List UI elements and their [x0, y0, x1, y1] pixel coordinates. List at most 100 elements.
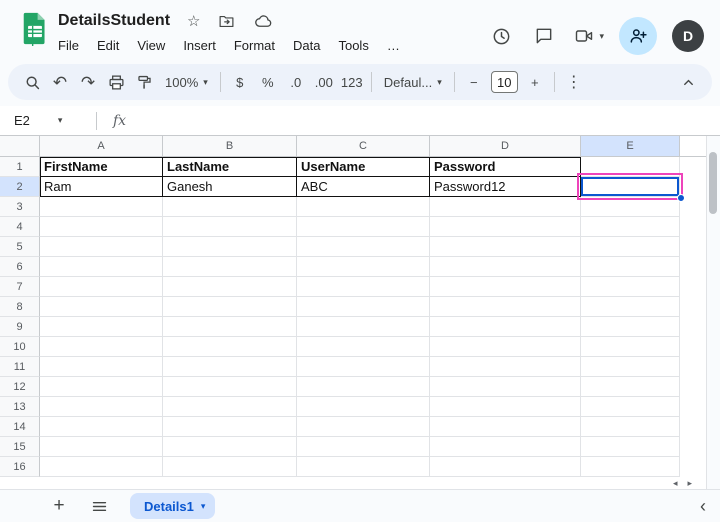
cell-E2[interactable]	[581, 177, 680, 197]
cell-E12[interactable]	[581, 377, 680, 397]
select-all-corner[interactable]	[0, 136, 40, 157]
decrease-decimals-button[interactable]: .0	[282, 68, 310, 96]
star-icon[interactable]: ☆	[187, 12, 200, 30]
search-icon[interactable]	[18, 68, 46, 96]
cell-D5[interactable]	[430, 237, 581, 257]
cell-B12[interactable]	[163, 377, 297, 397]
cell-A10[interactable]	[40, 337, 163, 357]
scroll-right-icon[interactable]: ▸	[687, 479, 692, 488]
cell-A1[interactable]: FirstName	[40, 157, 163, 177]
column-header-C[interactable]: C	[297, 136, 430, 157]
font-size-input[interactable]: 10	[491, 71, 518, 93]
menu-edit[interactable]: Edit	[88, 35, 128, 56]
cell-D2[interactable]: Password12	[430, 177, 581, 197]
cell-A13[interactable]	[40, 397, 163, 417]
cell-D14[interactable]	[430, 417, 581, 437]
cell-B2[interactable]: Ganesh	[163, 177, 297, 197]
cell-C9[interactable]	[297, 317, 430, 337]
cell-A7[interactable]	[40, 277, 163, 297]
row-header-14[interactable]: 14	[0, 417, 40, 437]
cell-A14[interactable]	[40, 417, 163, 437]
cell-A9[interactable]	[40, 317, 163, 337]
cell-C13[interactable]	[297, 397, 430, 417]
comments-icon[interactable]	[530, 22, 558, 50]
cell-C8[interactable]	[297, 297, 430, 317]
cell-C5[interactable]	[297, 237, 430, 257]
cell-E16[interactable]	[581, 457, 680, 477]
collapse-toolbar-icon[interactable]	[674, 68, 702, 96]
cloud-saved-icon[interactable]	[253, 12, 274, 31]
row-header-5[interactable]: 5	[0, 237, 40, 257]
cell-B9[interactable]	[163, 317, 297, 337]
cell-B3[interactable]	[163, 197, 297, 217]
cell-E8[interactable]	[581, 297, 680, 317]
cell-C2[interactable]: ABC	[297, 177, 430, 197]
share-button[interactable]	[619, 17, 657, 55]
fill-handle[interactable]	[677, 194, 685, 202]
cell-A16[interactable]	[40, 457, 163, 477]
row-header-10[interactable]: 10	[0, 337, 40, 357]
cell-D6[interactable]	[430, 257, 581, 277]
cell-B16[interactable]	[163, 457, 297, 477]
sheet-grid[interactable]: ABCDE1FirstNameLastNameUserNamePassword2…	[0, 136, 706, 477]
cell-B8[interactable]	[163, 297, 297, 317]
cell-E11[interactable]	[581, 357, 680, 377]
column-header-E[interactable]: E	[581, 136, 680, 157]
cell-A12[interactable]	[40, 377, 163, 397]
paint-format-icon[interactable]	[130, 68, 158, 96]
cell-E9[interactable]	[581, 317, 680, 337]
row-header-8[interactable]: 8	[0, 297, 40, 317]
cell-E14[interactable]	[581, 417, 680, 437]
percent-format-button[interactable]: %	[254, 68, 282, 96]
row-header-16[interactable]: 16	[0, 457, 40, 477]
cell-D11[interactable]	[430, 357, 581, 377]
cell-D7[interactable]	[430, 277, 581, 297]
account-avatar[interactable]: D	[672, 20, 704, 52]
decrease-font-size-button[interactable]: −	[460, 68, 488, 96]
sheets-logo-icon[interactable]	[22, 11, 48, 62]
cell-E6[interactable]	[581, 257, 680, 277]
row-header-12[interactable]: 12	[0, 377, 40, 397]
currency-format-button[interactable]: $	[226, 68, 254, 96]
cell-B13[interactable]	[163, 397, 297, 417]
add-sheet-button[interactable]: +	[46, 493, 72, 519]
cell-E4[interactable]	[581, 217, 680, 237]
cell-C16[interactable]	[297, 457, 430, 477]
cell-D10[interactable]	[430, 337, 581, 357]
chevron-down-icon[interactable]: ▾	[201, 501, 206, 512]
row-header-11[interactable]: 11	[0, 357, 40, 377]
row-header-9[interactable]: 9	[0, 317, 40, 337]
cell-C3[interactable]	[297, 197, 430, 217]
cell-A11[interactable]	[40, 357, 163, 377]
scroll-left-icon[interactable]: ◂	[673, 479, 678, 488]
cell-E10[interactable]	[581, 337, 680, 357]
zoom-select[interactable]: 100% ▾	[158, 68, 215, 96]
row-header-7[interactable]: 7	[0, 277, 40, 297]
menu-tools[interactable]: Tools	[329, 35, 377, 56]
cell-C6[interactable]	[297, 257, 430, 277]
increase-font-size-button[interactable]: +	[521, 68, 549, 96]
row-header-15[interactable]: 15	[0, 437, 40, 457]
chevron-down-icon[interactable]: ▾	[599, 31, 604, 42]
vertical-scrollbar-thumb[interactable]	[709, 152, 717, 214]
version-history-icon[interactable]	[487, 22, 515, 50]
column-header-A[interactable]: A	[40, 136, 163, 157]
row-header-1[interactable]: 1	[0, 157, 40, 177]
cell-E1[interactable]	[581, 157, 680, 177]
cell-D16[interactable]	[430, 457, 581, 477]
cell-C10[interactable]	[297, 337, 430, 357]
menu-view[interactable]: View	[128, 35, 174, 56]
all-sheets-menu-icon[interactable]	[86, 493, 112, 519]
cell-D9[interactable]	[430, 317, 581, 337]
menu-data[interactable]: Data	[284, 35, 329, 56]
cell-E3[interactable]	[581, 197, 680, 217]
cell-A8[interactable]	[40, 297, 163, 317]
cell-D8[interactable]	[430, 297, 581, 317]
cell-B10[interactable]	[163, 337, 297, 357]
cell-D15[interactable]	[430, 437, 581, 457]
cell-B11[interactable]	[163, 357, 297, 377]
cell-A4[interactable]	[40, 217, 163, 237]
redo-icon[interactable]: ↷	[74, 68, 102, 96]
row-header-2[interactable]: 2	[0, 177, 40, 197]
menu-file[interactable]: File	[58, 35, 88, 56]
